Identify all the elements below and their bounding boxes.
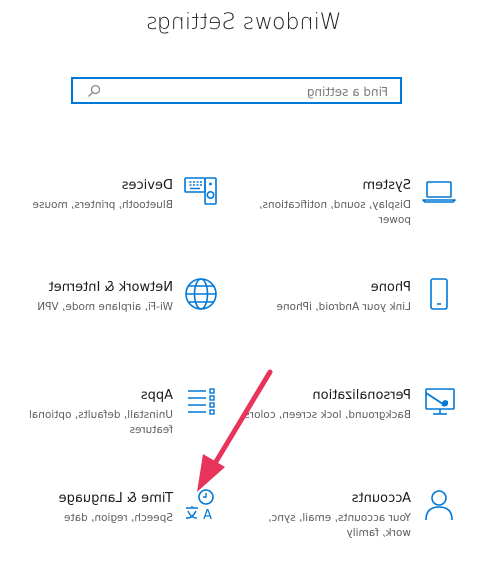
search-box[interactable] xyxy=(71,77,402,104)
category-system[interactable]: System Display, sound, notifications, po… xyxy=(238,174,463,254)
category-name: Network & Internet xyxy=(48,280,173,295)
category-name: Apps xyxy=(140,388,173,403)
category-description: Background, lock screen, colors xyxy=(244,409,411,421)
time-language-icon: A xyxy=(185,489,214,523)
category-time-language[interactable]: A Time & Language Speech, region, date xyxy=(0,487,225,567)
person-icon xyxy=(425,490,453,521)
category-description: Bluetooth, printers, mouse xyxy=(32,199,173,211)
category-apps[interactable]: Apps Uninstall, defaults, optional featu… xyxy=(0,384,225,464)
category-name: System xyxy=(362,178,411,193)
laptop-icon xyxy=(422,181,456,203)
svg-text:A: A xyxy=(203,508,212,523)
category-description: Uninstall, defaults, optional features xyxy=(28,409,173,436)
keyboard-speaker-icon xyxy=(184,177,217,205)
globe-icon xyxy=(185,278,217,310)
category-name: Phone xyxy=(370,280,411,295)
category-name: Personalization xyxy=(312,388,411,403)
search-icon[interactable] xyxy=(87,84,101,98)
category-description: Link your Android, iPhone xyxy=(276,301,411,313)
category-devices[interactable]: Devices Bluetooth, printers, mouse xyxy=(0,174,225,254)
category-accounts[interactable]: Accounts Your accounts, email, sync, wor… xyxy=(238,487,463,567)
category-network-internet[interactable]: Network & Internet Wi-Fi, airplane mode,… xyxy=(0,276,225,356)
category-name: Time & Language xyxy=(58,491,173,506)
category-description: Display, sound, notifications, power xyxy=(259,199,411,226)
page-title: Windows Settings xyxy=(146,10,341,35)
paint-brush-icon xyxy=(425,388,455,415)
category-name: Accounts xyxy=(351,491,411,506)
category-personalization[interactable]: Personalization Background, lock screen,… xyxy=(238,384,463,464)
category-description: Your accounts, email, sync, work, family xyxy=(268,512,411,539)
phone-icon xyxy=(430,278,448,310)
category-description: Wi-Fi, airplane mode, VPN xyxy=(37,301,173,313)
apps-list-icon xyxy=(188,388,215,415)
category-description: Speech, region, date xyxy=(64,512,173,524)
search-input[interactable] xyxy=(108,83,388,100)
settings-window: Windows Settings System Display, sound, … xyxy=(0,0,487,558)
category-phone[interactable]: Phone Link your Android, iPhone xyxy=(238,276,463,356)
category-name: Devices xyxy=(121,178,173,193)
